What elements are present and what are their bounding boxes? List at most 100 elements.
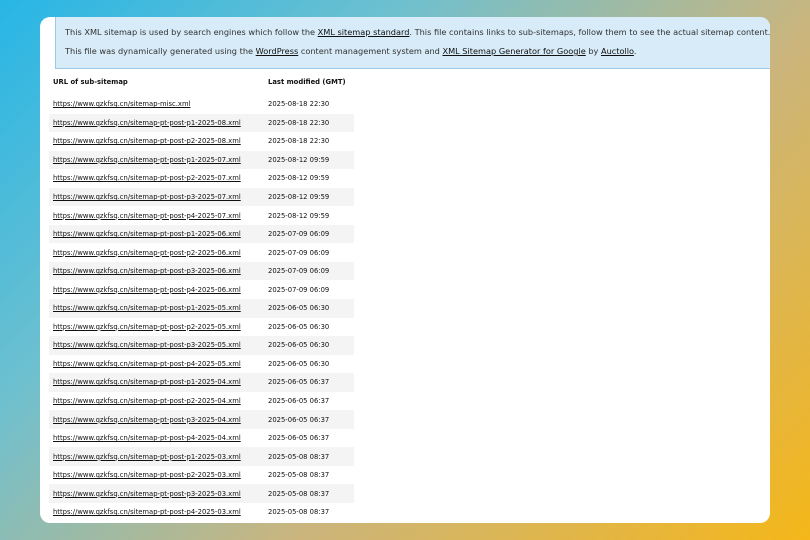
sitemap-url-cell: https://www.qzkfsq.cn/sitemap-pt-post-p3… bbox=[49, 484, 264, 504]
intro-text: . bbox=[633, 46, 637, 56]
table-row: https://www.qzkfsq.cn/sitemap-pt-post-p4… bbox=[49, 503, 354, 522]
last-modified-cell: 2025-08-18 22:30 bbox=[268, 137, 330, 146]
sitemap-url-cell: https://www.qzkfsq.cn/sitemap-pt-post-p4… bbox=[49, 503, 264, 522]
sitemap-link[interactable]: https://www.qzkfsq.cn/sitemap-pt-post-p2… bbox=[53, 397, 241, 405]
last-modified-cell: 2025-06-05 06:30 bbox=[264, 299, 354, 318]
sitemap-url-cell: https://www.qzkfsq.cn/sitemap-pt-post-p4… bbox=[49, 206, 264, 225]
table-row: https://www.qzkfsq.cn/sitemap-pt-post-p3… bbox=[49, 336, 354, 355]
table-row: https://www.qzkfsq.cn/sitemap-pt-post-p2… bbox=[49, 318, 354, 337]
sitemap-link[interactable]: https://www.qzkfsq.cn/sitemap-misc.xml bbox=[53, 100, 190, 108]
sitemap-link[interactable]: https://www.qzkfsq.cn/sitemap-pt-post-p3… bbox=[53, 341, 241, 349]
table-row: https://www.qzkfsq.cn/sitemap-pt-post-p2… bbox=[49, 466, 354, 485]
last-modified-cell: 2025-08-18 22:30 bbox=[264, 113, 354, 133]
sitemap-link[interactable]: https://www.qzkfsq.cn/sitemap-pt-post-p3… bbox=[53, 267, 241, 275]
xml-sitemap-generator-link[interactable]: XML Sitemap Generator for Google bbox=[442, 46, 585, 56]
table-row: https://www.qzkfsq.cn/sitemap-pt-post-p1… bbox=[49, 373, 354, 392]
wordpress-link[interactable]: WordPress bbox=[256, 46, 299, 56]
browser-page: This XML sitemap is used by search engin… bbox=[40, 17, 770, 523]
sitemap-link[interactable]: https://www.qzkfsq.cn/sitemap-pt-post-p3… bbox=[53, 490, 241, 498]
sitemap-link[interactable]: https://www.qzkfsq.cn/sitemap-pt-post-p4… bbox=[53, 286, 241, 294]
last-modified-cell: 2025-07-09 06:09 bbox=[264, 261, 354, 281]
sitemap-url-cell: https://www.qzkfsq.cn/sitemap-pt-post-p2… bbox=[49, 243, 264, 262]
last-modified-cell: 2025-08-12 09:59 bbox=[264, 150, 354, 170]
intro-line-1: This XML sitemap is used by search engin… bbox=[65, 23, 770, 42]
sitemap-link[interactable]: https://www.qzkfsq.cn/sitemap-pt-post-p4… bbox=[53, 212, 241, 220]
table-row: https://www.qzkfsq.cn/sitemap-pt-post-p3… bbox=[49, 261, 354, 281]
table-row: https://www.qzkfsq.cn/sitemap-pt-post-p4… bbox=[49, 355, 354, 374]
last-modified-cell: 2025-05-08 08:37 bbox=[268, 508, 330, 517]
sitemap-link[interactable]: https://www.qzkfsq.cn/sitemap-pt-post-p3… bbox=[53, 416, 241, 424]
table-row: https://www.qzkfsq.cn/sitemap-pt-post-p1… bbox=[49, 447, 354, 466]
sitemap-url-cell: https://www.qzkfsq.cn/sitemap-pt-post-p1… bbox=[49, 224, 264, 244]
xml-sitemap-standard-link[interactable]: XML sitemap standard bbox=[318, 27, 410, 37]
last-modified-cell: 2025-05-08 08:37 bbox=[264, 484, 354, 504]
sitemap-url-cell: https://www.qzkfsq.cn/sitemap-pt-post-p1… bbox=[49, 113, 264, 133]
sitemap-url-cell: https://www.qzkfsq.cn/sitemap-pt-post-p2… bbox=[49, 169, 264, 188]
sitemap-link[interactable]: https://www.qzkfsq.cn/sitemap-pt-post-p1… bbox=[53, 453, 241, 461]
table-row: https://www.qzkfsq.cn/sitemap-pt-post-p2… bbox=[49, 169, 354, 188]
sitemap-link[interactable]: https://www.qzkfsq.cn/sitemap-pt-post-p2… bbox=[53, 174, 241, 182]
table-row: https://www.qzkfsq.cn/sitemap-pt-post-p2… bbox=[49, 392, 354, 411]
sitemap-url-cell: https://www.qzkfsq.cn/sitemap-pt-post-p4… bbox=[49, 429, 264, 448]
sitemap-link[interactable]: https://www.qzkfsq.cn/sitemap-pt-post-p4… bbox=[53, 434, 241, 442]
last-modified-cell: 2025-07-09 06:09 bbox=[268, 248, 330, 257]
intro-line-2: This file was dynamically generated usin… bbox=[65, 42, 760, 61]
table-row: https://www.qzkfsq.cn/sitemap-pt-post-p4… bbox=[49, 429, 354, 448]
last-modified-cell: 2025-08-12 09:59 bbox=[268, 211, 330, 220]
table-row: https://www.qzkfsq.cn/sitemap-pt-post-p1… bbox=[49, 150, 354, 170]
sitemap-url-cell: https://www.qzkfsq.cn/sitemap-pt-post-p4… bbox=[49, 355, 264, 374]
table-row: https://www.qzkfsq.cn/sitemap-pt-post-p4… bbox=[49, 206, 354, 225]
table-row: https://www.qzkfsq.cn/sitemap-pt-post-p4… bbox=[49, 280, 354, 299]
sitemap-link[interactable]: https://www.qzkfsq.cn/sitemap-pt-post-p1… bbox=[53, 378, 241, 386]
sitemap-url-cell: https://www.qzkfsq.cn/sitemap-pt-post-p1… bbox=[49, 150, 264, 170]
table-row: https://www.qzkfsq.cn/sitemap-pt-post-p3… bbox=[49, 410, 354, 429]
sitemap-link[interactable]: https://www.qzkfsq.cn/sitemap-pt-post-p1… bbox=[53, 156, 241, 164]
last-modified-cell: 2025-06-05 06:30 bbox=[268, 322, 330, 331]
sitemap-link[interactable]: https://www.qzkfsq.cn/sitemap-pt-post-p1… bbox=[53, 230, 241, 238]
intro-text: by bbox=[585, 46, 601, 56]
sitemap-url-cell: https://www.qzkfsq.cn/sitemap-pt-post-p4… bbox=[49, 280, 264, 299]
sitemap-link[interactable]: https://www.qzkfsq.cn/sitemap-pt-post-p4… bbox=[53, 508, 241, 516]
sitemap-link[interactable]: https://www.qzkfsq.cn/sitemap-pt-post-p2… bbox=[53, 323, 241, 331]
intro-text: This XML sitemap is used by search engin… bbox=[65, 27, 318, 37]
table-header-row: URL of sub-sitemap Last modified (GMT) bbox=[49, 78, 354, 95]
sitemap-link[interactable]: https://www.qzkfsq.cn/sitemap-pt-post-p2… bbox=[53, 137, 241, 145]
intro-text: This file was dynamically generated usin… bbox=[65, 46, 256, 56]
last-modified-cell: 2025-05-08 08:37 bbox=[264, 447, 354, 466]
sitemap-link[interactable]: https://www.qzkfsq.cn/sitemap-pt-post-p1… bbox=[53, 304, 241, 312]
sitemap-url-cell: https://www.qzkfsq.cn/sitemap-pt-post-p1… bbox=[49, 299, 264, 318]
sitemap-url-cell: https://www.qzkfsq.cn/sitemap-pt-post-p2… bbox=[49, 466, 264, 485]
sitemap-url-cell: https://www.qzkfsq.cn/sitemap-pt-post-p2… bbox=[49, 318, 264, 337]
last-modified-cell: 2025-06-05 06:30 bbox=[264, 336, 354, 355]
sitemap-url-cell: https://www.qzkfsq.cn/sitemap-pt-post-p2… bbox=[49, 132, 264, 151]
last-modified-cell: 2025-05-08 08:37 bbox=[268, 471, 330, 480]
last-modified-cell: 2025-08-18 22:30 bbox=[268, 100, 330, 109]
auctollo-link[interactable]: Auctollo bbox=[601, 46, 634, 56]
table-row: https://www.qzkfsq.cn/sitemap-pt-post-p3… bbox=[49, 484, 354, 504]
sitemap-url-cell: https://www.qzkfsq.cn/sitemap-misc.xml bbox=[49, 95, 264, 114]
last-modified-cell: 2025-07-09 06:09 bbox=[264, 224, 354, 244]
table-row: https://www.qzkfsq.cn/sitemap-pt-post-p2… bbox=[49, 243, 354, 262]
column-header-url: URL of sub-sitemap bbox=[53, 78, 128, 86]
sitemap-link[interactable]: https://www.qzkfsq.cn/sitemap-pt-post-p2… bbox=[53, 249, 241, 257]
table-row: https://www.qzkfsq.cn/sitemap-pt-post-p2… bbox=[49, 132, 354, 151]
last-modified-cell: 2025-06-05 06:37 bbox=[264, 373, 354, 392]
table-body: https://www.qzkfsq.cn/sitemap-misc.xml 20… bbox=[49, 95, 354, 522]
sitemap-link[interactable]: https://www.qzkfsq.cn/sitemap-pt-post-p2… bbox=[53, 471, 241, 479]
sitemap-table: URL of sub-sitemap Last modified (GMT) h… bbox=[49, 78, 354, 522]
last-modified-cell: 2025-06-05 06:30 bbox=[268, 359, 330, 368]
table-row: https://www.qzkfsq.cn/sitemap-pt-post-p1… bbox=[49, 113, 354, 133]
table-row: https://www.qzkfsq.cn/sitemap-pt-post-p3… bbox=[49, 187, 354, 207]
intro-text: . This file contains links to sub-sitema… bbox=[409, 27, 770, 37]
sitemap-url-cell: https://www.qzkfsq.cn/sitemap-pt-post-p3… bbox=[49, 187, 264, 207]
last-modified-cell: 2025-06-05 06:37 bbox=[268, 434, 330, 443]
sitemap-link[interactable]: https://www.qzkfsq.cn/sitemap-pt-post-p3… bbox=[53, 193, 241, 201]
sitemap-url-cell: https://www.qzkfsq.cn/sitemap-pt-post-p2… bbox=[49, 392, 264, 411]
last-modified-cell: 2025-06-05 06:37 bbox=[268, 397, 330, 406]
sitemap-link[interactable]: https://www.qzkfsq.cn/sitemap-pt-post-p4… bbox=[53, 360, 241, 368]
sitemap-url-cell: https://www.qzkfsq.cn/sitemap-pt-post-p3… bbox=[49, 336, 264, 355]
table-row: https://www.qzkfsq.cn/sitemap-pt-post-p1… bbox=[49, 224, 354, 244]
sitemap-url-cell: https://www.qzkfsq.cn/sitemap-pt-post-p1… bbox=[49, 373, 264, 392]
sitemap-link[interactable]: https://www.qzkfsq.cn/sitemap-pt-post-p1… bbox=[53, 119, 241, 127]
table-row: https://www.qzkfsq.cn/sitemap-pt-post-p1… bbox=[49, 299, 354, 318]
